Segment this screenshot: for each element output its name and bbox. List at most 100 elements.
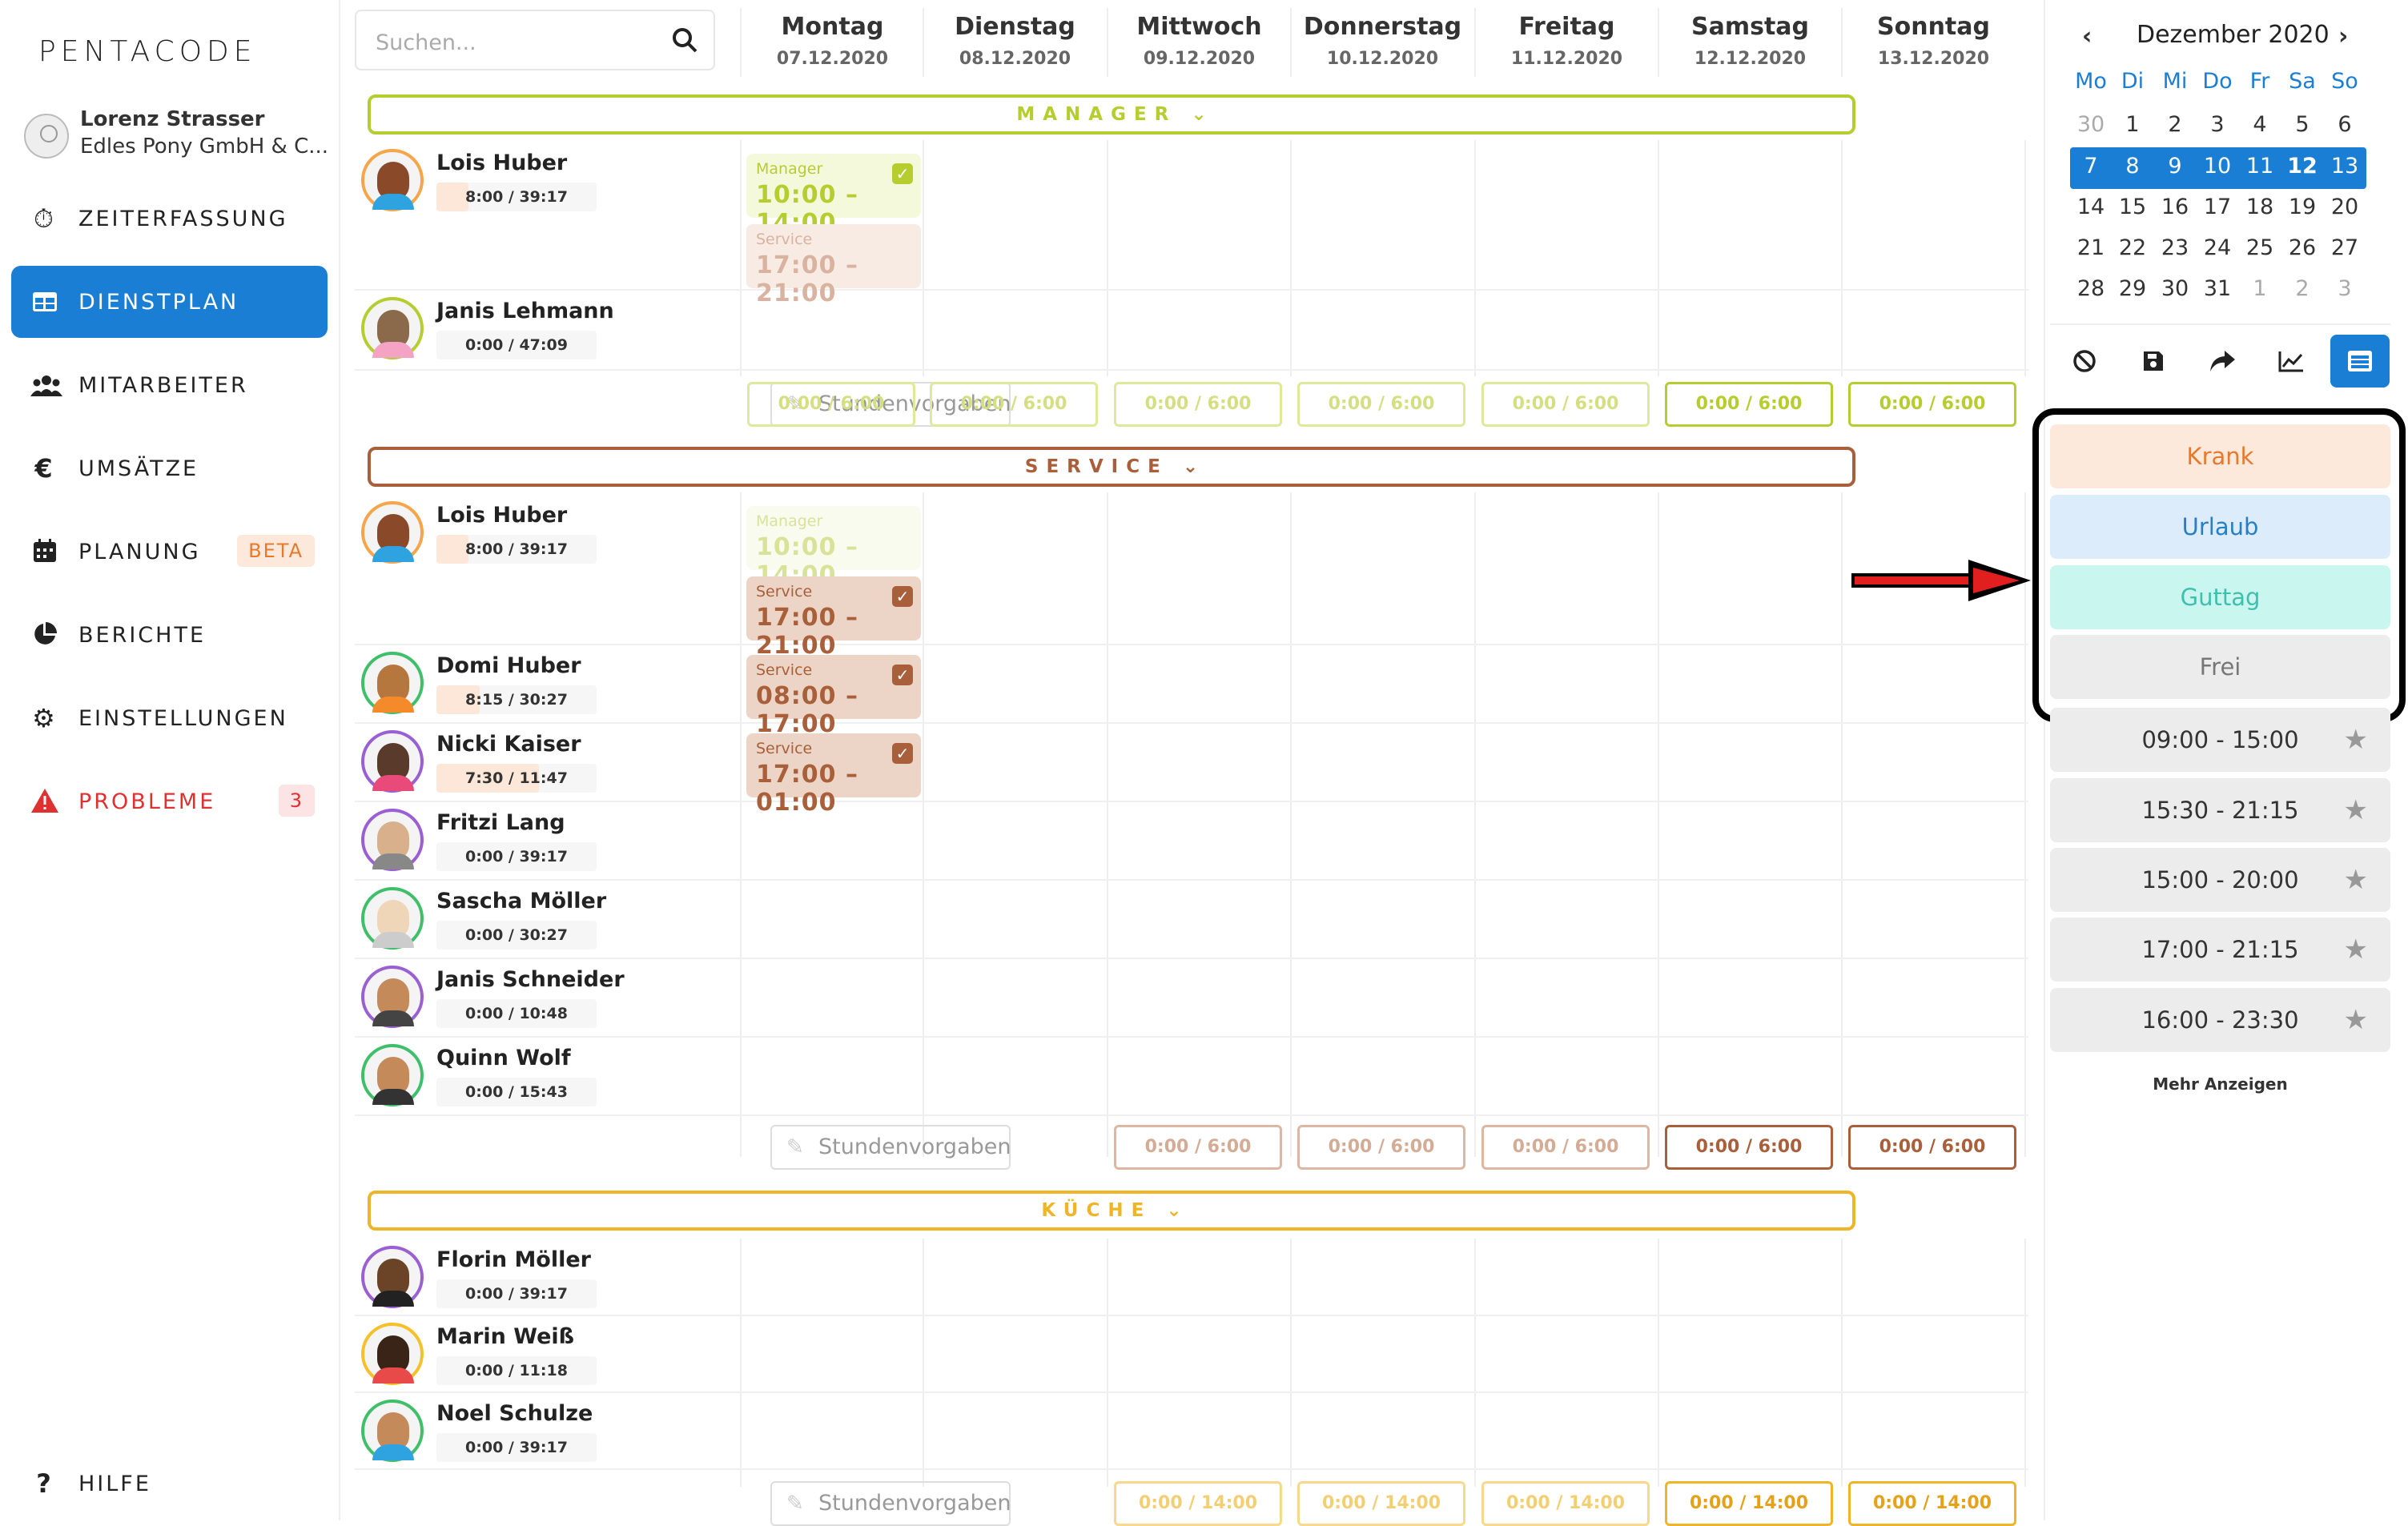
calendar-day[interactable]: 5 (2281, 106, 2323, 144)
employee-row[interactable]: Florin Möller 0:00 / 39:17 (355, 1239, 2028, 1316)
employee-row[interactable]: Lois Huber 8:00 / 39:17 (355, 495, 2028, 645)
checkbox-checked-icon[interactable]: ✓ (892, 586, 913, 607)
nav-probleme[interactable]: PROBLEME 3 (11, 765, 328, 837)
show-more-link[interactable]: Mehr Anzeigen (2050, 1074, 2390, 1094)
calendar-day[interactable]: 12 (2281, 147, 2323, 186)
hours-target-total[interactable]: 0:00 / 6:00 (1665, 1125, 1833, 1170)
calendar-day[interactable]: 3 (2324, 270, 2366, 308)
calendar-day[interactable]: 19 (2281, 188, 2323, 227)
search-input[interactable]: Suchen... (355, 10, 715, 70)
nav-hilfe[interactable]: ? HILFE (11, 1448, 328, 1520)
chart-line-icon[interactable] (2261, 335, 2321, 388)
calendar-day[interactable]: 13 (2324, 147, 2366, 186)
hours-target-total[interactable]: 0:00 / 6:00 (1665, 382, 1833, 427)
employee-row[interactable]: Noel Schulze 0:00 / 39:17 (355, 1393, 2028, 1470)
employee-row[interactable]: Sascha Möller 0:00 / 30:27 (355, 881, 2028, 959)
calendar-day[interactable]: 1 (2239, 270, 2281, 308)
calendar-day[interactable]: 9 (2154, 147, 2196, 186)
calendar-day[interactable]: 2 (2281, 270, 2323, 308)
day-header[interactable]: Samstag 12.12.2020 (1658, 8, 1841, 77)
calendar-day[interactable]: 30 (2070, 106, 2112, 144)
checkbox-checked-icon[interactable]: ✓ (892, 665, 913, 685)
day-header[interactable]: Montag 07.12.2020 (740, 8, 923, 77)
shift-card-service[interactable]: Service 08:00 – 17:00 ✓ (746, 655, 921, 738)
shift-template[interactable]: 15:30 - 21:15 ★ (2050, 778, 2390, 842)
calendar-day[interactable]: 23 (2154, 229, 2196, 267)
hours-target-total[interactable]: 0:00 / 6:00 (1114, 382, 1282, 427)
day-header[interactable]: Mittwoch 09.12.2020 (1107, 8, 1290, 77)
calendar-day[interactable]: 4 (2239, 106, 2281, 144)
star-icon[interactable]: ★ (2344, 988, 2368, 1052)
calendar-day[interactable]: 29 (2112, 270, 2153, 308)
nav-dienstplan[interactable]: DIENSTPLAN (11, 266, 328, 338)
nav-zeiterfassung[interactable]: ⏱ ZEITERFASSUNG (11, 183, 328, 255)
calendar-day[interactable]: 15 (2112, 188, 2153, 227)
star-icon[interactable]: ★ (2344, 778, 2368, 842)
calendar-day[interactable]: 27 (2324, 229, 2366, 267)
employee-row[interactable]: Domi Huber 8:15 / 30:27 (355, 645, 2028, 724)
star-icon[interactable]: ★ (2344, 918, 2368, 982)
hours-target-total[interactable]: 0:00 / 14:00 (1297, 1481, 1465, 1526)
nav-umsaetze[interactable]: € UMSÄTZE (11, 432, 328, 504)
hours-target-total[interactable]: 0:00 / 14:00 (1848, 1481, 2016, 1526)
employee-row[interactable]: Nicki Kaiser 7:30 / 11:47 (355, 724, 2028, 802)
employee-row[interactable]: Marin Weiß 0:00 / 11:18 (355, 1316, 2028, 1393)
day-header[interactable]: Dienstag 08.12.2020 (923, 8, 1106, 77)
calendar-prev-icon[interactable]: ‹ (2082, 22, 2092, 50)
hours-target-total[interactable]: 0:00 / 6:00 (1297, 1125, 1465, 1170)
calendar-day[interactable]: 21 (2070, 229, 2112, 267)
day-header[interactable]: Freitag 11.12.2020 (1474, 8, 1658, 77)
shift-card-service-ghost[interactable]: Service 17:00 – 21:00 (746, 224, 921, 307)
calendar-day[interactable]: 17 (2197, 188, 2238, 227)
employee-row[interactable]: Janis Lehmann 0:00 / 47:09 (355, 291, 2028, 371)
checkbox-checked-icon[interactable]: ✓ (892, 163, 913, 184)
calendar-day[interactable]: 18 (2239, 188, 2281, 227)
hours-target-total[interactable]: 0:00 / 6:00 (930, 382, 1098, 427)
calendar-day[interactable]: 6 (2324, 106, 2366, 144)
group-header-kueche[interactable]: KÜCHE ⌄ (368, 1191, 1855, 1231)
checkbox-checked-icon[interactable]: ✓ (892, 743, 913, 764)
nav-planung[interactable]: PLANUNG BETA (11, 516, 328, 588)
shift-template[interactable]: 15:00 - 20:00 ★ (2050, 848, 2390, 912)
calendar-day[interactable]: 22 (2112, 229, 2153, 267)
app-logo[interactable]: PENTACODE (38, 35, 257, 68)
shift-card-service[interactable]: Service 17:00 – 01:00 ✓ (746, 733, 921, 817)
calendar-day[interactable]: 28 (2070, 270, 2112, 308)
calendar-day[interactable]: 20 (2324, 188, 2366, 227)
calendar-day[interactable]: 8 (2112, 147, 2153, 186)
employee-row[interactable]: Lois Huber 8:00 / 39:17 (355, 143, 2028, 291)
shift-card-manager-ghost[interactable]: Manager 10:00 – 14:00 (746, 506, 921, 589)
calendar-day[interactable]: 26 (2281, 229, 2323, 267)
calendar-day[interactable]: 24 (2197, 229, 2238, 267)
calendar-day[interactable]: 16 (2154, 188, 2196, 227)
calendar-day[interactable]: 30 (2154, 270, 2196, 308)
calendar-day[interactable]: 11 (2239, 147, 2281, 186)
save-icon[interactable] (2124, 335, 2183, 388)
shift-template[interactable]: 09:00 - 15:00 ★ (2050, 708, 2390, 772)
hours-target-total[interactable]: 0:00 / 6:00 (1297, 382, 1465, 427)
hours-target-total[interactable]: 0:00 / 6:00 (1114, 1125, 1282, 1170)
day-header[interactable]: Donnerstag 10.12.2020 (1290, 8, 1473, 77)
stundenvorgaben-button[interactable]: ✎ Stundenvorgaben (770, 1481, 1011, 1526)
calendar-day[interactable]: 10 (2197, 147, 2238, 186)
stundenvorgaben-button[interactable]: ✎ Stundenvorgaben (770, 1125, 1011, 1170)
employee-row[interactable]: Fritzi Lang 0:00 / 39:17 (355, 802, 2028, 881)
day-header[interactable]: Sonntag 13.12.2020 (1841, 8, 2024, 77)
hours-target-total[interactable]: 0:00 / 6:00 (747, 382, 915, 427)
hours-target-total[interactable]: 0:00 / 6:00 (1848, 1125, 2016, 1170)
hours-target-total[interactable]: 0:00 / 6:00 (1481, 1125, 1650, 1170)
list-view-icon[interactable] (2330, 335, 2390, 388)
hours-target-total[interactable]: 0:00 / 14:00 (1481, 1481, 1650, 1526)
shift-card-manager[interactable]: Manager 10:00 – 14:00 ✓ (746, 154, 921, 237)
nav-mitarbeiter[interactable]: MITARBEITER (11, 349, 328, 421)
nav-einstellungen[interactable]: ⚙ EINSTELLUNGEN (11, 682, 328, 754)
employee-row[interactable]: Janis Schneider 0:00 / 10:48 (355, 959, 2028, 1038)
employee-row[interactable]: Quinn Wolf 0:00 / 15:43 (355, 1038, 2028, 1116)
shift-card-service[interactable]: Service 17:00 – 21:00 ✓ (746, 576, 921, 660)
calendar-day[interactable]: 1 (2112, 106, 2153, 144)
user-profile[interactable]: Lorenz Strasser Edles Pony GmbH & C... (24, 107, 328, 163)
calendar-day[interactable]: 14 (2070, 188, 2112, 227)
calendar-day[interactable]: 3 (2197, 106, 2238, 144)
hours-target-total[interactable]: 0:00 / 14:00 (1114, 1481, 1282, 1526)
calendar-day[interactable]: 31 (2197, 270, 2238, 308)
